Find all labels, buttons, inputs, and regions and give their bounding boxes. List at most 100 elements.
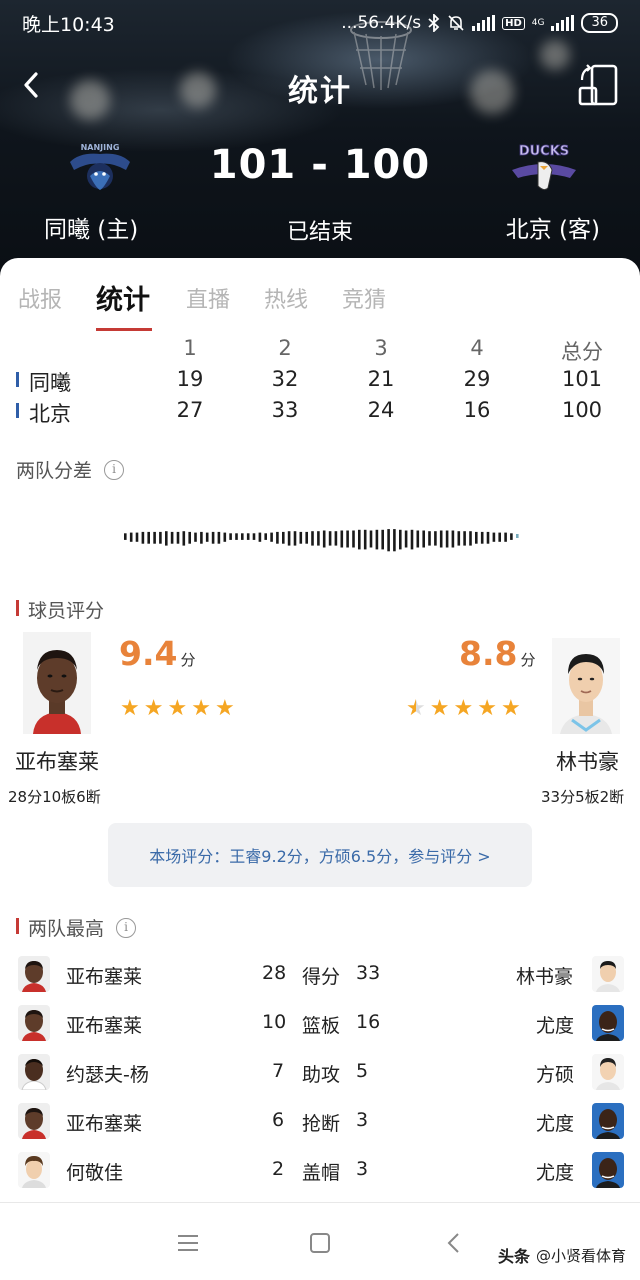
player-rating-label: 球员评分 <box>16 596 104 623</box>
score-diff-bar <box>252 533 256 540</box>
rating-unit: 分 <box>180 651 196 669</box>
away-leader-value: 5 <box>356 1060 369 1082</box>
menu-icon[interactable] <box>176 1233 200 1253</box>
score-diff-bar <box>504 532 507 542</box>
score-diff-bar <box>352 530 355 548</box>
leader-row[interactable]: 亚布塞莱 6 抢断 3 尤度 <box>0 1101 640 1147</box>
rating-summary-link[interactable]: 本场评分：王睿9.2分，方硕6.5分，参与评分 > <box>108 823 532 887</box>
score-diff-bar <box>141 531 145 544</box>
leader-row[interactable]: 何敬佳 2 盖帽 3 尤度 <box>0 1150 640 1196</box>
score-diff-bar <box>428 531 431 546</box>
score-diff-bar <box>188 531 191 544</box>
score-diff-bar <box>176 531 180 544</box>
player-avatar <box>552 638 620 734</box>
back-nav-icon[interactable] <box>444 1231 464 1255</box>
stats-card: 战报 统计 直播 热线 竞猜 1 2 3 4 总分 同曦 19 32 21 29… <box>0 258 640 1280</box>
score-diff-bar <box>293 531 297 546</box>
leader-category: 助攻 <box>302 1064 341 1086</box>
leader-row[interactable]: 亚布塞莱 28 得分 33 林书豪 <box>0 954 640 1000</box>
active-tab-indicator <box>96 328 152 331</box>
away-leader-name: 林书豪 <box>516 966 574 988</box>
signal-icon <box>472 15 496 31</box>
tab-hotline[interactable]: 热线 <box>264 282 308 314</box>
score-diff-bar <box>416 530 420 548</box>
quarter-header: 2 <box>278 336 292 360</box>
score-diff-bar <box>317 531 320 546</box>
score-diff-bar <box>486 531 490 544</box>
score-diff-bar <box>159 531 162 544</box>
score-diff-bar <box>358 529 361 550</box>
tab-guess[interactable]: 竞猜 <box>342 282 386 314</box>
rotate-screen-icon[interactable] <box>578 62 620 106</box>
star-icon: ★ <box>429 696 450 721</box>
home-leader-value: 28 <box>262 962 287 984</box>
system-nav-bar <box>0 1202 640 1280</box>
score-diff-bar <box>410 529 414 550</box>
quarter-header: 1 <box>183 336 197 360</box>
score-diff-bar <box>147 531 150 544</box>
home-leader-value: 10 <box>262 1011 287 1033</box>
score-diff-bar <box>492 532 496 542</box>
rating-value: 9.4 <box>119 634 178 673</box>
score-diff-bar <box>457 531 461 546</box>
status-time: 晚上10:43 <box>22 13 115 36</box>
score-diff-bar <box>287 531 291 546</box>
away-leader-name: 尤度 <box>536 1113 575 1135</box>
score-diff-bar <box>276 531 279 544</box>
away-rating-stars: ★ ★ ★ ★ ★ <box>406 696 521 721</box>
quarter-score: 32 <box>271 367 299 391</box>
nav-bar: 统计 <box>0 60 640 110</box>
score-diff-chart <box>124 529 519 552</box>
tab-live[interactable]: 直播 <box>186 282 230 314</box>
score-diff-bar <box>223 532 227 542</box>
half-star-icon: ★ <box>406 696 426 721</box>
score-diff-bar <box>322 530 326 548</box>
score-diff-bar <box>387 529 390 552</box>
quarter-score: 24 <box>367 398 395 422</box>
home-player-name[interactable]: 亚布塞莱 <box>15 746 99 776</box>
away-leader-value: 3 <box>356 1109 369 1131</box>
home-player-rating: 9.4 分 <box>119 634 195 673</box>
tab-report[interactable]: 战报 <box>18 282 62 314</box>
leader-row[interactable]: 约瑟夫-杨 7 助攻 5 方硕 <box>0 1052 640 1098</box>
away-player-photo[interactable] <box>552 638 620 734</box>
star-icon: ★ <box>191 696 211 721</box>
player-avatar <box>23 632 91 734</box>
score-diff-bar <box>246 533 250 540</box>
score-diff-bar <box>200 531 203 544</box>
info-icon[interactable]: i <box>104 459 125 480</box>
score-diff-bar <box>404 530 408 548</box>
away-leader-value: 16 <box>356 1011 381 1033</box>
rating-unit: 分 <box>520 651 536 669</box>
rating-value: 8.8 <box>459 634 518 673</box>
score-diff-bar <box>340 530 344 548</box>
final-score: 101 - 100 <box>209 142 431 188</box>
score-diff-bar <box>463 531 466 546</box>
score-diff-title: 两队分差 <box>16 460 93 482</box>
score-diff-bar <box>434 531 437 546</box>
leader-category: 篮板 <box>302 1015 341 1037</box>
watermark-handle: @小贤看体育 <box>535 1246 626 1265</box>
score-diff-bar <box>334 531 338 546</box>
home-leader-avatar <box>18 956 50 992</box>
home-leader-avatar <box>18 1054 50 1090</box>
home-leader-name: 何敬佳 <box>66 1162 124 1184</box>
away-leader-avatar <box>592 1005 624 1041</box>
leader-category: 盖帽 <box>302 1162 341 1184</box>
home-icon[interactable] <box>308 1231 332 1255</box>
score-diff-bar <box>363 529 367 550</box>
score-diff-bar <box>305 531 308 544</box>
info-icon[interactable]: i <box>116 917 137 938</box>
score-diff-bar <box>135 532 139 542</box>
away-leader-avatar <box>592 1152 624 1188</box>
team-leaders-title: 两队最高 <box>28 918 105 940</box>
score-diff-label: 两队分差 i <box>16 456 125 483</box>
score-diff-bar <box>422 530 425 548</box>
score-diff-bar <box>129 532 133 542</box>
away-team-name[interactable]: 北京 (客) <box>506 210 600 244</box>
leader-row[interactable]: 亚布塞莱 10 篮板 16 尤度 <box>0 1003 640 1049</box>
home-player-photo[interactable] <box>23 632 91 734</box>
away-player-name[interactable]: 林书豪 <box>556 746 619 776</box>
quarter-score: 29 <box>463 367 491 391</box>
tab-stats[interactable]: 统计 <box>96 278 150 317</box>
